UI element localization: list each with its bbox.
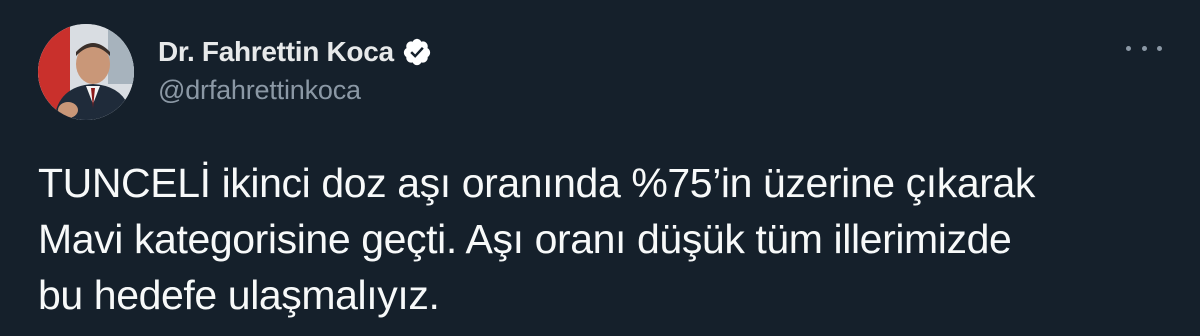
author-handle[interactable]: @drfahrettinkoca (158, 75, 361, 106)
tweet-card[interactable]: Dr. Fahrettin Koca @drfahrettinkoca TUNC… (0, 0, 1200, 336)
tweet-text-line: bu hedefe ulaşmalıyız. (38, 272, 440, 318)
verified-badge-icon (403, 38, 430, 66)
author-display-name[interactable]: Dr. Fahrettin Koca (158, 36, 394, 68)
more-horizontal-icon (1126, 45, 1131, 51)
avatar[interactable] (38, 24, 134, 120)
avatar-image (38, 24, 134, 120)
tweet-text: TUNCELİ ikinci doz aşı oranında %75’in ü… (38, 155, 1168, 323)
more-horizontal-icon (1157, 45, 1162, 51)
tweet-text-line: Mavi kategorisine geçti. Aşı oranı düşük… (38, 216, 1012, 262)
author-name-row: Dr. Fahrettin Koca (158, 32, 432, 72)
tweet-text-line: TUNCELİ ikinci doz aşı oranında %75’in ü… (38, 160, 1036, 206)
more-horizontal-icon (1141, 45, 1147, 51)
more-options-button[interactable] (1126, 36, 1162, 60)
